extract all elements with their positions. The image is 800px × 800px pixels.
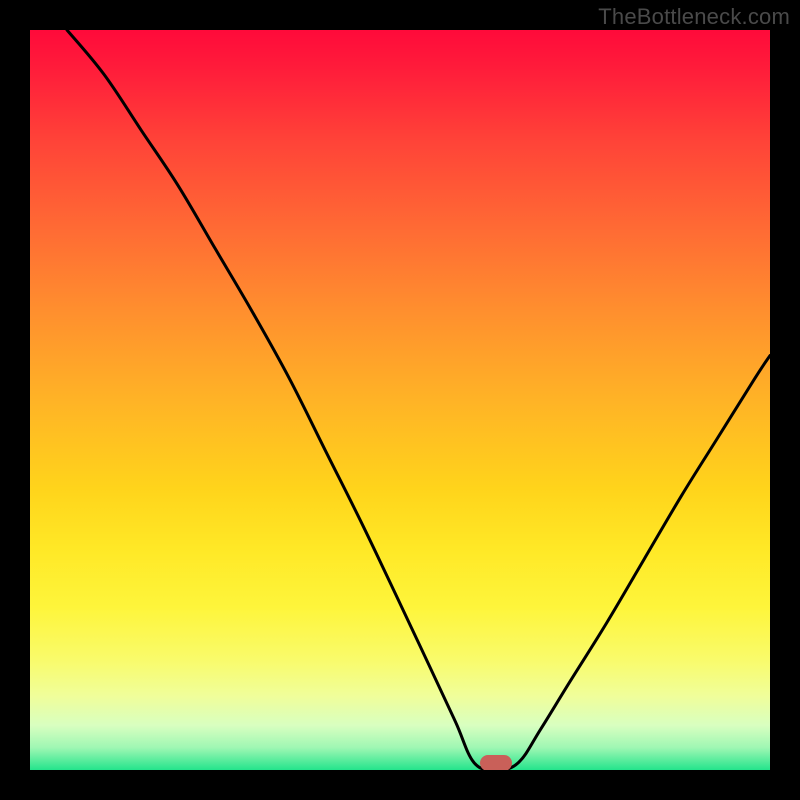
optimum-marker [480,755,512,770]
bottleneck-curve-path [67,30,770,770]
plot-area [30,30,770,770]
bottleneck-curve-svg [30,30,770,770]
watermark-text: TheBottleneck.com [598,4,790,30]
chart-frame: TheBottleneck.com [0,0,800,800]
